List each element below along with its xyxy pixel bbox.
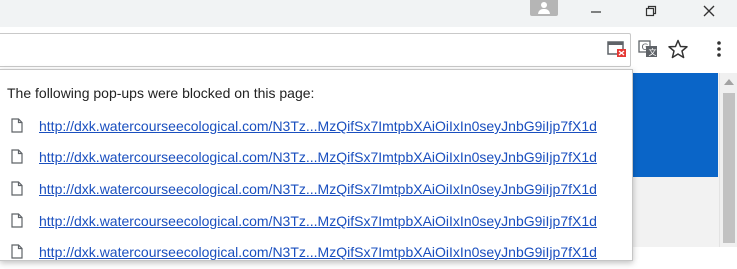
popup-list-item: http://dxk.watercourseecological.com/N3T… xyxy=(0,210,632,238)
popup-list-item: http://dxk.watercourseecological.com/N3T… xyxy=(0,178,632,206)
profile-avatar-icon[interactable] xyxy=(530,0,558,16)
popup-link[interactable]: http://dxk.watercourseecological.com/N3T… xyxy=(39,118,597,134)
title-bar xyxy=(0,0,737,27)
scroll-up-arrow-icon[interactable] xyxy=(724,79,734,85)
restore-button[interactable] xyxy=(628,0,674,22)
popup-list-item: http://dxk.watercourseecological.com/N3T… xyxy=(0,115,632,143)
browser-toolbar: G 文 xyxy=(0,27,737,72)
menu-icon[interactable] xyxy=(707,37,731,61)
file-icon xyxy=(11,118,23,133)
bubble-title: The following pop-ups were blocked on th… xyxy=(7,85,315,101)
file-icon xyxy=(11,149,23,164)
address-bar[interactable] xyxy=(0,33,631,67)
minimize-icon xyxy=(591,11,601,13)
close-button[interactable] xyxy=(686,0,732,22)
popup-link[interactable]: http://dxk.watercourseecological.com/N3T… xyxy=(39,213,597,229)
page-blue-banner xyxy=(630,73,718,177)
popup-list-item: http://dxk.watercourseecological.com/N3T… xyxy=(0,241,632,269)
translate-icon[interactable]: G 文 xyxy=(636,37,660,61)
scroll-thumb[interactable] xyxy=(723,93,735,243)
scrollbar[interactable] xyxy=(719,73,737,247)
popup-link[interactable]: http://dxk.watercourseecological.com/N3T… xyxy=(39,244,597,260)
bookmark-star-icon[interactable] xyxy=(666,37,690,61)
popup-link[interactable]: http://dxk.watercourseecological.com/N3T… xyxy=(39,149,597,165)
file-icon xyxy=(11,181,23,196)
popup-list-item: http://dxk.watercourseecological.com/N3T… xyxy=(0,146,632,174)
svg-text:文: 文 xyxy=(649,47,657,57)
minimize-button[interactable] xyxy=(573,0,619,22)
file-icon xyxy=(11,213,23,228)
popup-link[interactable]: http://dxk.watercourseecological.com/N3T… xyxy=(39,181,597,197)
popup-blocked-icon[interactable] xyxy=(605,37,629,61)
file-icon xyxy=(11,244,23,259)
restore-icon xyxy=(645,5,657,17)
close-icon xyxy=(703,5,715,17)
popup-blocked-bubble: The following pop-ups were blocked on th… xyxy=(0,69,633,261)
